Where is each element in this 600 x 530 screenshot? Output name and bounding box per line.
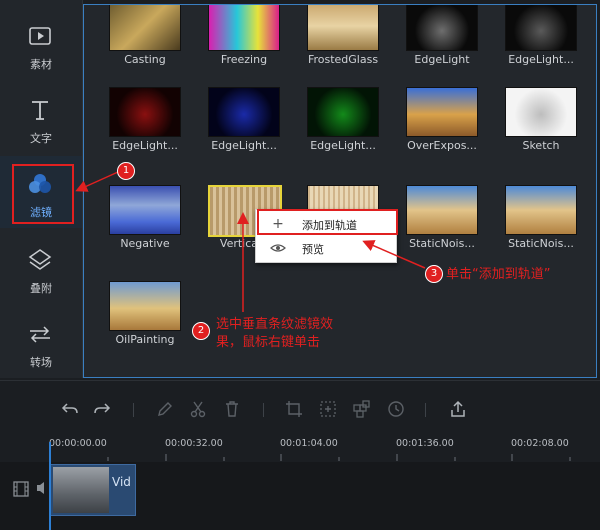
scissors-icon[interactable] — [188, 399, 208, 419]
trash-icon[interactable] — [222, 399, 242, 419]
video-clip[interactable]: Vid — [50, 464, 136, 516]
ruler-tick-label: 00:00:00.00 — [49, 438, 107, 449]
annotation-step2-line1: 选中垂直条纹滤镜效 — [216, 317, 334, 332]
zoom-box-icon[interactable] — [318, 399, 338, 419]
toolbar-divider — [263, 403, 264, 417]
step-badge-1: 1 — [117, 162, 135, 180]
annotation-step3: 单击“添加到轨道” — [446, 267, 551, 282]
toolbar-divider — [425, 403, 426, 417]
step-badge-3: 3 — [425, 265, 443, 283]
ruler-ticks — [49, 454, 571, 461]
timeline-ruler[interactable]: 00:00:00.00 00:00:32.00 00:01:04.00 00:0… — [0, 436, 600, 462]
annotation-step2-line2: 果，鼠标右键单击 — [216, 335, 321, 350]
clock-icon[interactable] — [386, 399, 406, 419]
clip-label: Vid — [112, 475, 131, 489]
speaker-icon[interactable] — [36, 478, 46, 498]
toolbar-divider — [133, 403, 134, 417]
video-track-icon — [13, 481, 29, 497]
edit-pencil-icon[interactable] — [155, 399, 175, 419]
redo-icon[interactable] — [92, 399, 112, 419]
ruler-tick-label: 00:01:36.00 — [396, 438, 454, 449]
crop-icon[interactable] — [284, 399, 304, 419]
clip-thumbnail — [53, 467, 109, 513]
ruler-tick-label: 00:01:04.00 — [280, 438, 338, 449]
video-track: Vid — [0, 462, 600, 530]
ruler-tick-label: 00:02:08.00 — [511, 438, 569, 449]
step-badge-2: 2 — [192, 322, 210, 340]
edit-toolbar — [0, 380, 600, 437]
ruler-tick-label: 00:00:32.00 — [165, 438, 223, 449]
playhead[interactable] — [49, 442, 51, 530]
mosaic-icon[interactable] — [352, 399, 372, 419]
export-icon[interactable] — [448, 399, 468, 419]
undo-icon[interactable] — [60, 399, 80, 419]
